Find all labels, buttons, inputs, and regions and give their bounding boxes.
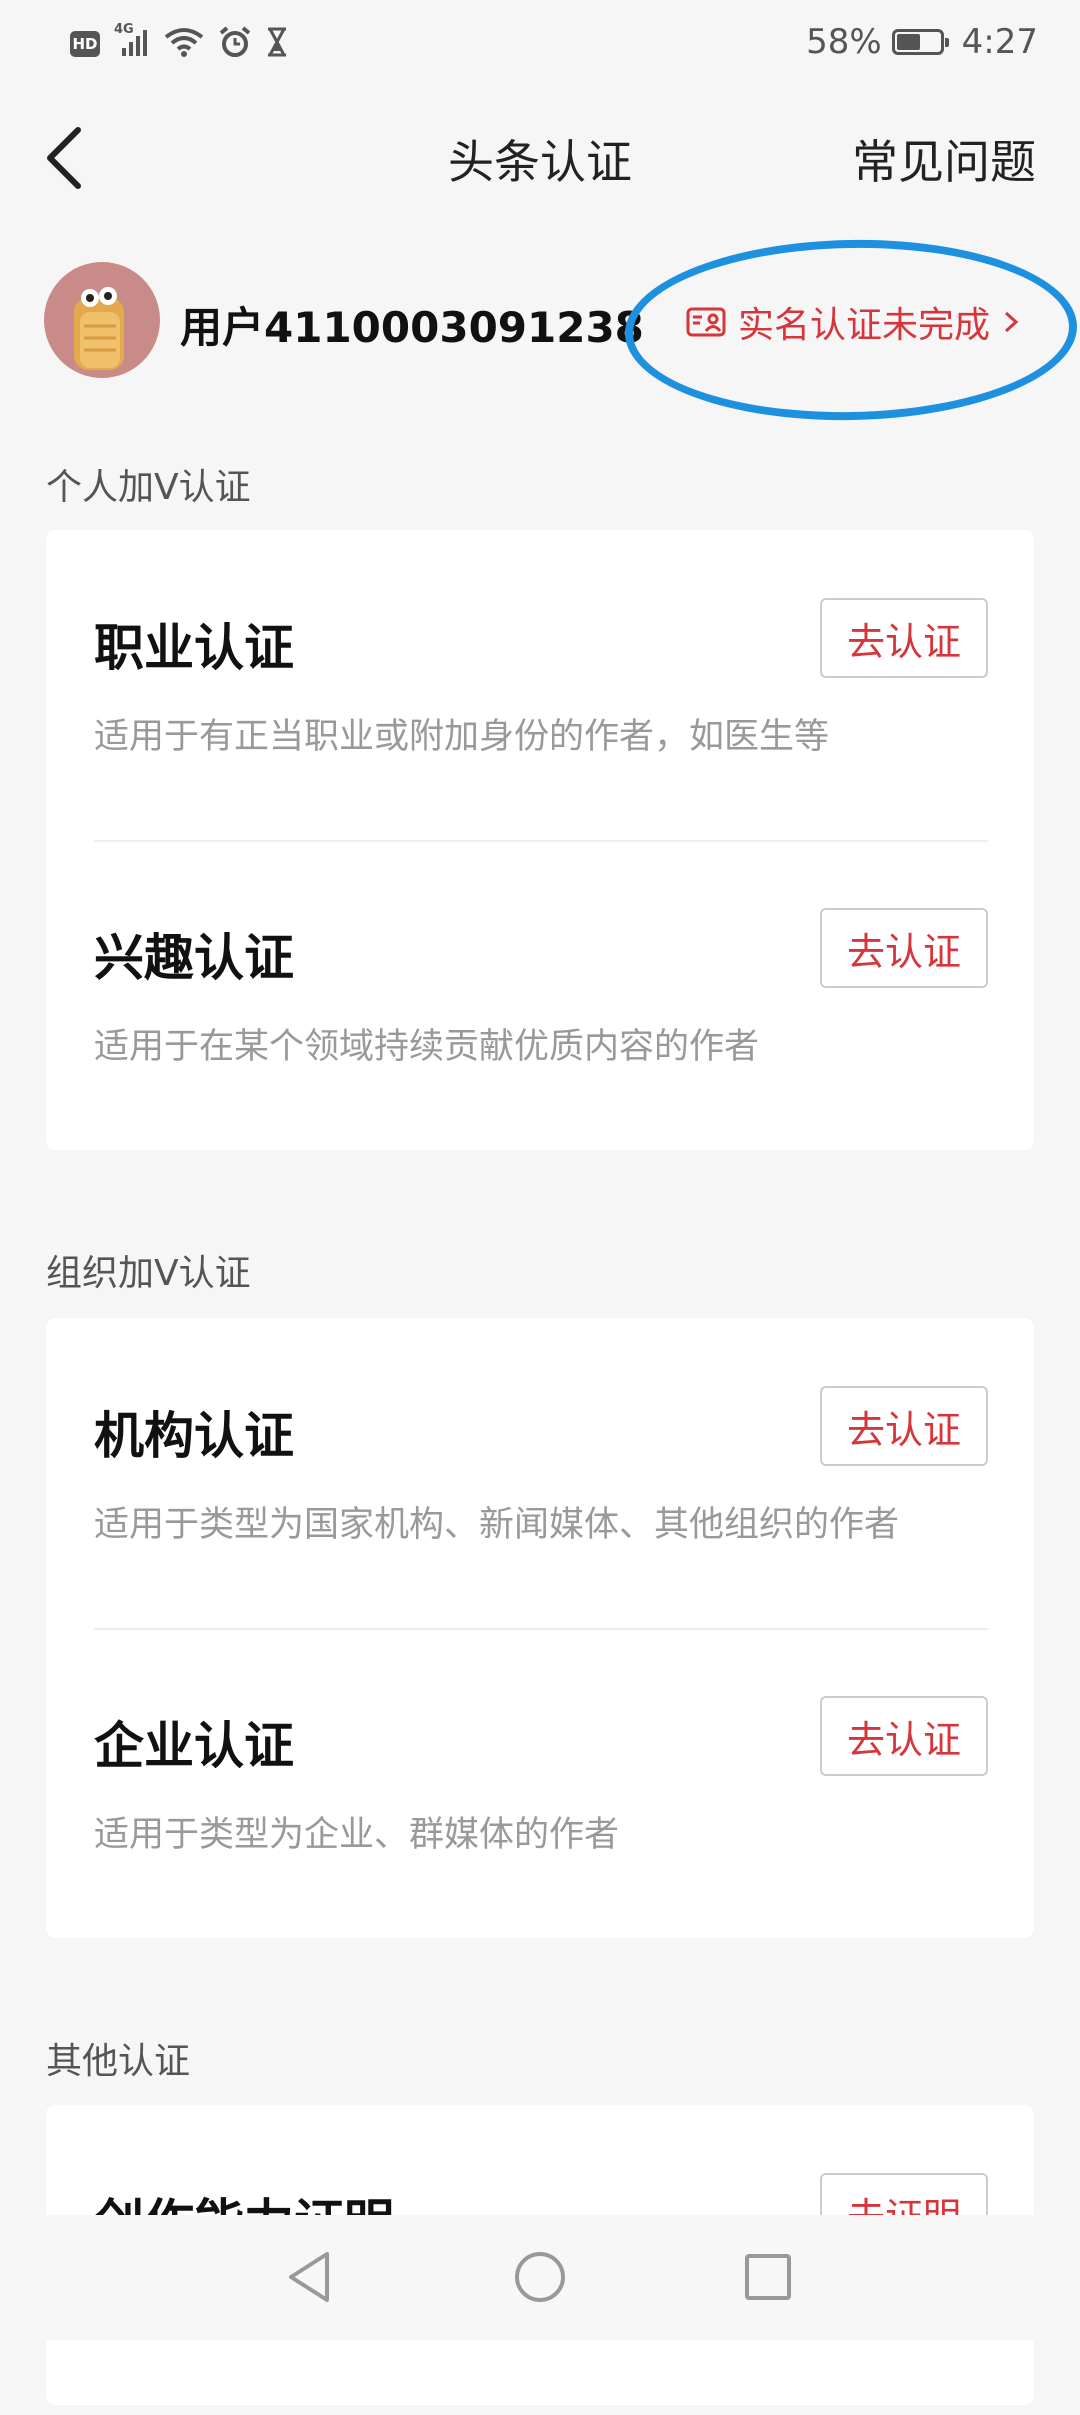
avatar-image xyxy=(74,287,124,370)
item-desc: 适用于类型为国家机构、新闻媒体、其他组织的作者 xyxy=(94,1505,900,1545)
status-bar: HD 4G 58% 4:27 xyxy=(0,0,1080,92)
list-item-enterprise: 企业认证 适用于类型为企业、群媒体的作者 去认证 xyxy=(46,1628,1034,1938)
status-icons-left: HD 4G xyxy=(70,22,288,62)
avatar[interactable] xyxy=(44,262,160,378)
enterprise-verify-button[interactable]: 去认证 xyxy=(820,1696,988,1776)
hourglass-icon xyxy=(266,27,288,61)
system-home-button[interactable] xyxy=(508,2245,572,2309)
back-triangle-icon xyxy=(289,2252,329,2302)
list-item-interest: 兴趣认证 适用于在某个领域持续贡献优质内容的作者 去认证 xyxy=(46,840,1034,1150)
card-organization: 机构认证 适用于类型为国家机构、新闻媒体、其他组织的作者 去认证 企业认证 适用… xyxy=(46,1318,1034,1938)
battery-icon xyxy=(891,29,949,55)
hd-badge: HD xyxy=(70,31,100,57)
system-back-button[interactable] xyxy=(278,2245,342,2309)
recents-square-icon xyxy=(745,2254,791,2300)
battery-percent: 58% xyxy=(806,22,882,62)
status-icons-right: 58% 4:27 xyxy=(806,22,1038,62)
system-recents-button[interactable] xyxy=(736,2245,800,2309)
signal-icon: 4G xyxy=(114,22,150,60)
list-item-occupation: 职业认证 适用于有正当职业或附加身份的作者，如医生等 去认证 xyxy=(46,530,1034,842)
section-label-other: 其他认证 xyxy=(46,2041,191,2082)
item-desc: 适用于类型为企业、群媒体的作者 xyxy=(94,1815,620,1855)
institution-verify-button[interactable]: 去认证 xyxy=(820,1386,988,1466)
item-desc: 适用于有正当职业或附加身份的作者，如医生等 xyxy=(94,717,830,757)
username: 用户4110003091238 xyxy=(180,303,644,352)
home-circle-icon xyxy=(515,2252,565,2302)
back-button[interactable] xyxy=(34,122,104,192)
faq-link[interactable]: 常见问题 xyxy=(852,126,1036,192)
item-title: 兴趣认证 xyxy=(94,929,294,987)
item-desc: 适用于在某个领域持续贡献优质内容的作者 xyxy=(94,1027,760,1067)
section-label-organization: 组织加V认证 xyxy=(46,1253,251,1294)
occupation-verify-button[interactable]: 去认证 xyxy=(820,598,988,678)
interest-verify-button[interactable]: 去认证 xyxy=(820,908,988,988)
alarm-icon xyxy=(218,26,252,62)
wifi-icon xyxy=(164,27,204,61)
network-type: 4G xyxy=(114,22,134,37)
item-title: 职业认证 xyxy=(94,619,294,677)
item-title: 企业认证 xyxy=(94,1717,294,1775)
battery-fill xyxy=(896,34,920,50)
item-title: 机构认证 xyxy=(94,1407,294,1465)
clock: 4:27 xyxy=(961,22,1038,62)
system-nav-bar xyxy=(0,2215,1080,2340)
card-personal: 职业认证 适用于有正当职业或附加身份的作者，如医生等 去认证 兴趣认证 适用于在… xyxy=(46,530,1034,1150)
chevron-left-icon xyxy=(47,127,81,189)
list-item-institution: 机构认证 适用于类型为国家机构、新闻媒体、其他组织的作者 去认证 xyxy=(46,1318,1034,1630)
top-navbar: 头条认证 常见问题 xyxy=(0,92,1080,218)
section-label-personal: 个人加V认证 xyxy=(46,467,251,508)
